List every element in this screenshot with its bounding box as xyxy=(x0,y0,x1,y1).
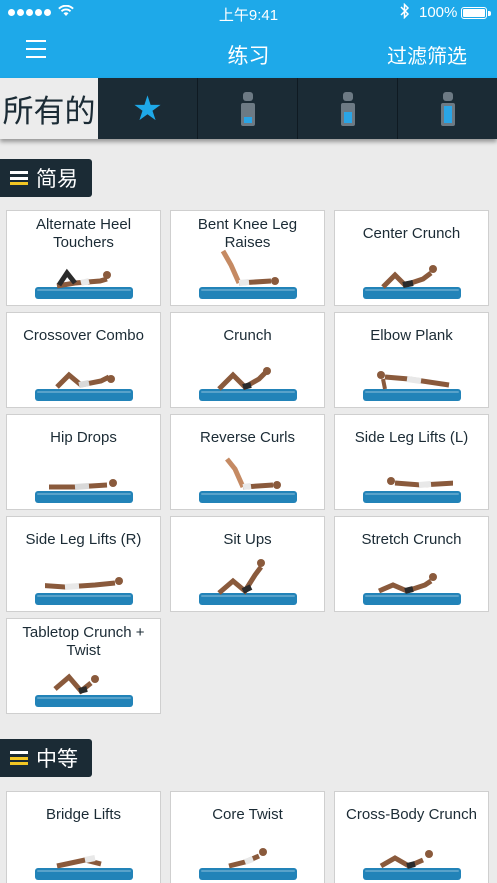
exercise-name: Hip Drops xyxy=(50,429,117,446)
exercise-name: Alternate Heel Touchers xyxy=(35,216,132,251)
level-intermediate-icon xyxy=(340,91,355,126)
exercise-card[interactable]: Side Leg Lifts (R) xyxy=(6,516,161,612)
exercise-name: Tabletop Crunch + Twist xyxy=(22,624,145,659)
exercise-card[interactable]: Crossover Combo xyxy=(6,312,161,408)
level-beginner-icon xyxy=(240,91,255,126)
exercise-figure-icon xyxy=(379,850,433,869)
exercise-figure-icon xyxy=(217,559,265,595)
exercise-figure-icon xyxy=(228,848,267,869)
section-title: 简易 xyxy=(36,168,78,191)
exercise-name: Crunch xyxy=(223,327,272,344)
exercise-figure-icon xyxy=(377,371,450,390)
battery-icon xyxy=(461,7,491,19)
exercise-card[interactable]: Cross-Body Crunch xyxy=(334,791,489,883)
filter-button[interactable]: 过滤筛选 xyxy=(387,40,467,69)
exercise-card[interactable]: Stretch Crunch xyxy=(334,516,489,612)
status-bar: 上午9:41 100% xyxy=(0,0,497,26)
exercise-card[interactable]: Alternate Heel Touchers xyxy=(6,210,161,306)
exercise-card[interactable]: Tabletop Crunch + Twist xyxy=(6,618,161,714)
exercise-card[interactable]: Crunch xyxy=(170,312,325,408)
category-tabs: 所有的 ★ xyxy=(0,78,497,139)
exercise-card[interactable]: Sit Ups xyxy=(170,516,325,612)
exercise-card[interactable]: Center Crunch xyxy=(334,210,489,306)
section-header-medium: 中等 xyxy=(0,739,92,777)
exercise-card[interactable]: Bent Knee Leg Raises xyxy=(170,210,325,306)
exercise-figure-icon xyxy=(225,457,281,490)
exercise-name: Elbow Plank xyxy=(370,327,453,344)
exercise-figure-icon xyxy=(378,573,437,594)
exercise-figure-icon xyxy=(49,479,117,490)
exercise-name: Stretch Crunch xyxy=(361,531,462,548)
exercise-figure-icon xyxy=(56,268,111,289)
exercise-name: Side Leg Lifts (R) xyxy=(25,531,142,548)
exercise-figure-icon xyxy=(387,477,453,488)
exercise-figure-icon xyxy=(55,371,115,389)
exercise-figure-icon xyxy=(220,249,279,286)
star-icon: ★ xyxy=(132,89,163,128)
top-bar: 上午9:41 100% 练习 过滤筛选 xyxy=(0,0,497,78)
exercise-card[interactable]: Core Twist xyxy=(170,791,325,883)
exercise-card[interactable]: Side Leg Lifts (L) xyxy=(334,414,489,510)
level-advanced-icon xyxy=(440,91,455,126)
exercise-name: Center Crunch xyxy=(362,225,461,242)
exercise-figure-icon xyxy=(217,367,271,391)
exercise-name: Reverse Curls xyxy=(199,429,296,446)
tab-beginner[interactable] xyxy=(198,78,298,139)
section-header-easy: 简易 xyxy=(0,159,92,197)
exercise-card[interactable]: Bridge Lifts xyxy=(6,791,161,883)
exercise-name: Cross-Body Crunch xyxy=(346,806,477,823)
tab-favorites[interactable]: ★ xyxy=(98,78,198,139)
exercise-name: Core Twist xyxy=(212,806,283,823)
exercise-name: Side Leg Lifts (L) xyxy=(354,429,469,446)
exercise-list: 简易 Alternate Heel Touchers Bent Knee Leg… xyxy=(0,139,497,883)
battery-percent: 100% xyxy=(419,4,458,21)
exercise-name: Sit Ups xyxy=(223,531,272,548)
tab-advanced[interactable] xyxy=(398,78,497,139)
exercise-name: Bridge Lifts xyxy=(45,806,122,823)
exercise-figure-icon xyxy=(381,265,437,289)
exercise-name: Crossover Combo xyxy=(23,327,144,344)
exercise-figure-icon xyxy=(45,577,123,590)
exercise-card[interactable]: Elbow Plank xyxy=(334,312,489,408)
exercise-card[interactable]: Hip Drops xyxy=(6,414,161,510)
tab-intermediate[interactable] xyxy=(298,78,398,139)
bluetooth-icon xyxy=(400,2,410,23)
exercise-figure-icon xyxy=(56,855,102,869)
exercise-figure-icon xyxy=(53,673,99,695)
level-bars-icon xyxy=(10,171,28,185)
exercise-card[interactable]: Reverse Curls xyxy=(170,414,325,510)
tab-all[interactable]: 所有的 xyxy=(0,78,98,139)
section-title: 中等 xyxy=(36,748,78,771)
level-bars-icon xyxy=(10,751,28,765)
